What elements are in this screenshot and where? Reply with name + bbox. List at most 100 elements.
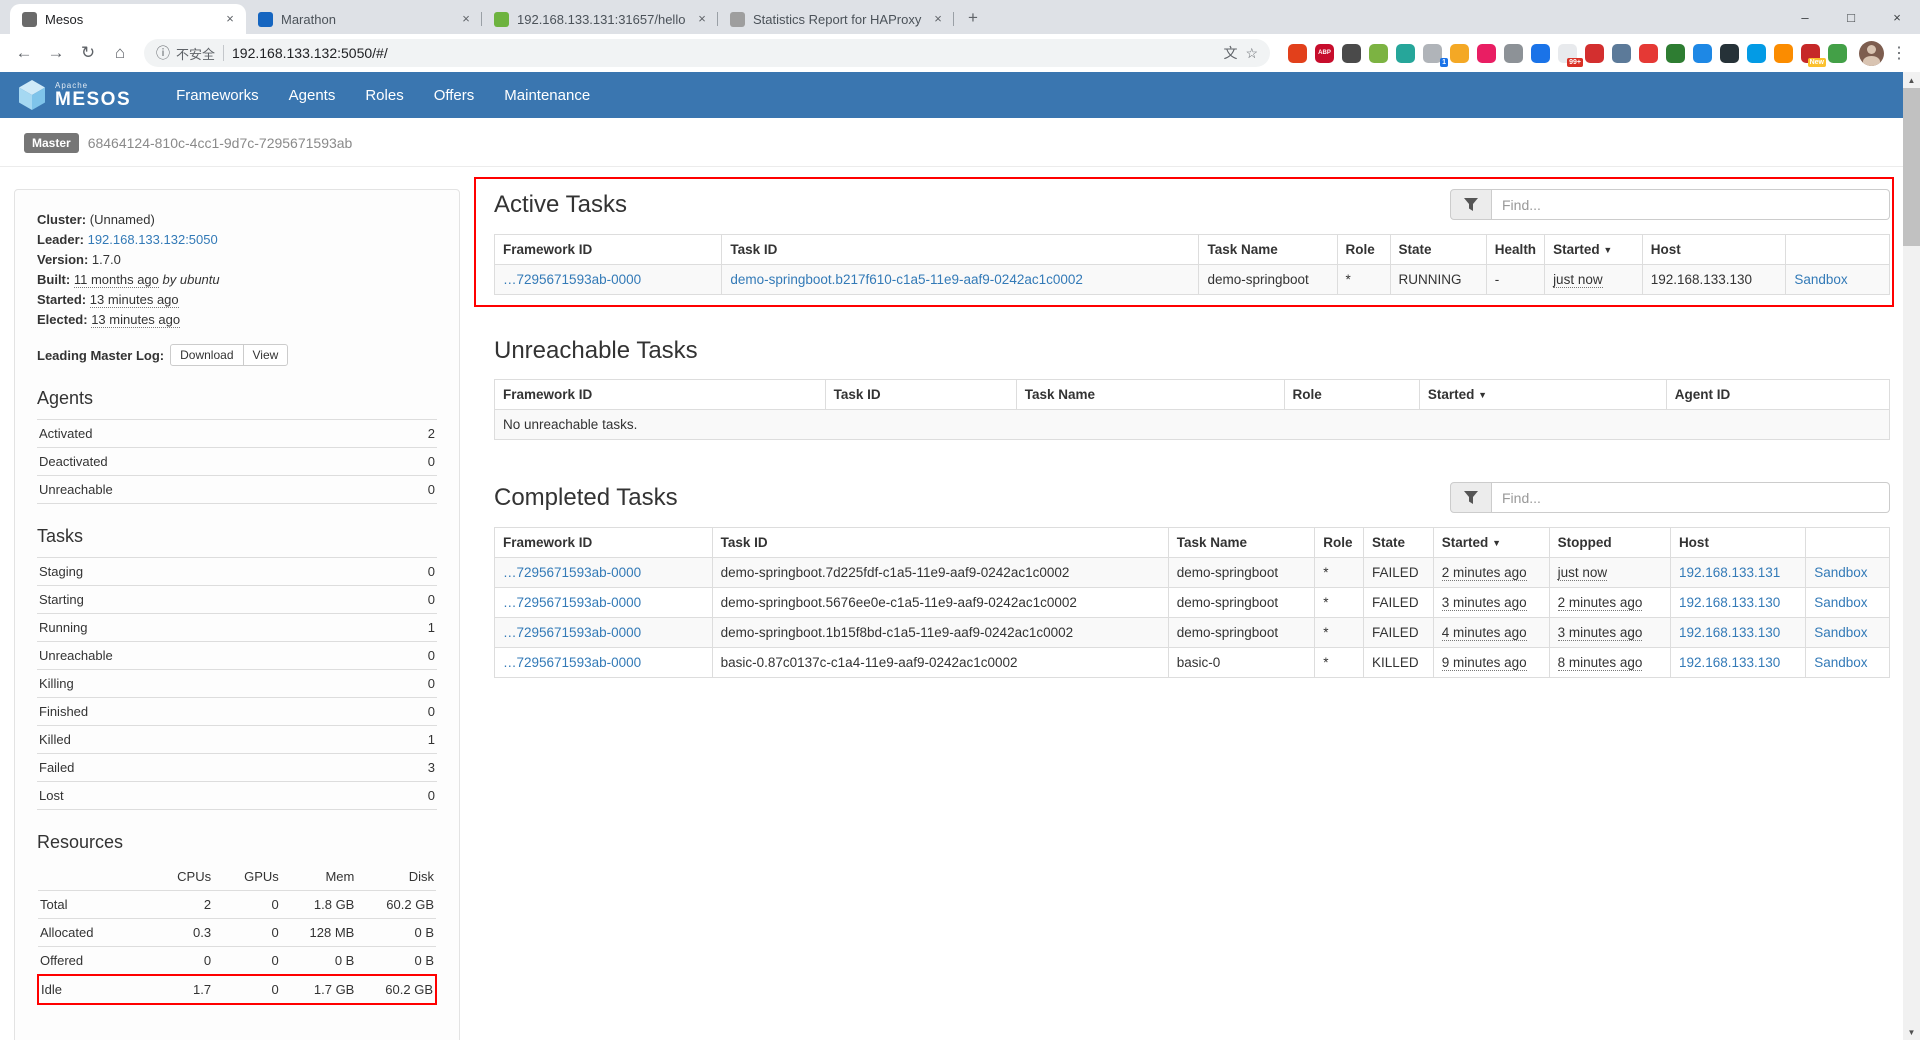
log-download-button[interactable]: Download <box>170 344 243 366</box>
reload-icon[interactable]: ↻ <box>74 39 102 67</box>
find-input[interactable] <box>1492 482 1890 513</box>
tab-close-icon[interactable]: × <box>930 11 946 27</box>
col-started[interactable]: Started ▼ <box>1433 528 1549 558</box>
framework-link[interactable]: …7295671593ab-0000 <box>503 272 641 287</box>
minimize-button[interactable]: – <box>1782 0 1828 34</box>
framework-link[interactable]: …7295671593ab-0000 <box>503 625 641 640</box>
sandbox-link[interactable]: Sandbox <box>1814 625 1867 640</box>
filter-button[interactable] <box>1450 482 1492 513</box>
extension-icon-3[interactable] <box>1342 44 1361 63</box>
extension-icon-7[interactable] <box>1450 44 1469 63</box>
host-link[interactable]: 192.168.133.130 <box>1679 655 1780 670</box>
framework-link[interactable]: …7295671593ab-0000 <box>503 655 641 670</box>
extension-icon-20[interactable]: New <box>1801 44 1820 63</box>
tab-haproxy-stats[interactable]: Statistics Report for HAProxy × <box>718 4 954 34</box>
framework-link[interactable]: …7295671593ab-0000 <box>503 565 641 580</box>
translate-icon[interactable]: 文 <box>1223 43 1237 63</box>
col-host[interactable]: Host <box>1670 528 1805 558</box>
col-started[interactable]: Started ▼ <box>1419 380 1666 410</box>
forward-icon[interactable]: → <box>42 39 70 67</box>
extension-icon-5[interactable] <box>1396 44 1415 63</box>
log-view-button[interactable]: View <box>243 344 289 366</box>
host-link[interactable]: 192.168.133.130 <box>1679 595 1780 610</box>
extension-icon-16[interactable] <box>1693 44 1712 63</box>
col-task-id[interactable]: Task ID <box>712 528 1168 558</box>
mesos-brand[interactable]: Apache MESOS <box>18 80 131 110</box>
col-task-name[interactable]: Task Name <box>1199 235 1337 265</box>
task-link[interactable]: demo-springboot.b217f610-c1a5-11e9-aaf9-… <box>730 272 1083 287</box>
col-role[interactable]: Role <box>1284 380 1419 410</box>
leader-link[interactable]: 192.168.133.132:5050 <box>88 232 218 247</box>
extension-icon-8[interactable] <box>1477 44 1496 63</box>
col-state[interactable]: State <box>1390 235 1486 265</box>
scroll-up-icon[interactable]: ▲ <box>1903 72 1920 88</box>
sandbox-link[interactable]: Sandbox <box>1814 595 1867 610</box>
bookmark-star-icon[interactable]: ☆ <box>1245 45 1258 62</box>
extension-icon-15[interactable] <box>1666 44 1685 63</box>
sandbox-link[interactable]: Sandbox <box>1814 565 1867 580</box>
col-framework-id[interactable]: Framework ID <box>495 528 713 558</box>
scrollbar-thumb[interactable] <box>1903 88 1920 246</box>
col-role[interactable]: Role <box>1315 528 1364 558</box>
col-task-id[interactable]: Task ID <box>825 380 1016 410</box>
extension-icon-6[interactable]: 1 <box>1423 44 1442 63</box>
extension-icon-11[interactable]: 99+ <box>1558 44 1577 63</box>
col-state[interactable]: State <box>1364 528 1434 558</box>
tab-marathon[interactable]: Marathon × <box>246 4 482 34</box>
extension-icon-21[interactable] <box>1828 44 1847 63</box>
find-input[interactable] <box>1492 189 1890 220</box>
profile-avatar[interactable] <box>1859 41 1884 66</box>
col-stopped[interactable]: Stopped <box>1549 528 1670 558</box>
url-text[interactable]: 192.168.133.132:5050/#/ <box>232 45 1215 61</box>
extension-icon-17[interactable] <box>1720 44 1739 63</box>
sandbox-link[interactable]: Sandbox <box>1794 272 1847 287</box>
tab-hello-app[interactable]: 192.168.133.131:31657/hello × <box>482 4 718 34</box>
site-security-indicator[interactable]: ⓘ 不安全 <box>156 43 215 63</box>
nav-item-offers[interactable]: Offers <box>419 72 490 118</box>
version-info: Version: 1.7.0 <box>37 250 437 270</box>
extension-icon-12[interactable] <box>1585 44 1604 63</box>
nav-item-frameworks[interactable]: Frameworks <box>161 72 274 118</box>
filter-button[interactable] <box>1450 189 1492 220</box>
tasks-heading: Tasks <box>37 526 437 547</box>
browser-menu-icon[interactable]: ⋮ <box>1888 43 1910 63</box>
col-health[interactable]: Health <box>1486 235 1544 265</box>
vertical-scrollbar[interactable]: ▲ ▼ <box>1903 72 1920 1040</box>
nav-item-maintenance[interactable]: Maintenance <box>489 72 605 118</box>
col-started[interactable]: Started ▼ <box>1545 235 1643 265</box>
col-task-name[interactable]: Task Name <box>1168 528 1314 558</box>
home-icon[interactable]: ⌂ <box>106 39 134 67</box>
tab-close-icon[interactable]: × <box>694 11 710 27</box>
col-framework-id[interactable]: Framework ID <box>495 380 826 410</box>
col-task-name[interactable]: Task Name <box>1016 380 1284 410</box>
tab-close-icon[interactable]: × <box>458 11 474 27</box>
col-host[interactable]: Host <box>1642 235 1786 265</box>
address-bar[interactable]: ⓘ 不安全 192.168.133.132:5050/#/ 文 ☆ <box>144 39 1270 67</box>
nav-item-roles[interactable]: Roles <box>350 72 418 118</box>
scroll-down-icon[interactable]: ▼ <box>1903 1024 1920 1040</box>
extension-icon-4[interactable] <box>1369 44 1388 63</box>
extension-icon-14[interactable] <box>1639 44 1658 63</box>
extension-abp-icon[interactable]: ABP <box>1315 44 1334 63</box>
tab-close-icon[interactable]: × <box>222 11 238 27</box>
framework-link[interactable]: …7295671593ab-0000 <box>503 595 641 610</box>
col-framework-id[interactable]: Framework ID <box>495 235 722 265</box>
col-role[interactable]: Role <box>1337 235 1390 265</box>
extension-icon-10[interactable] <box>1531 44 1550 63</box>
col-agent-id[interactable]: Agent ID <box>1666 380 1889 410</box>
extension-icon-1[interactable] <box>1288 44 1307 63</box>
extension-icon-13[interactable] <box>1612 44 1631 63</box>
extension-icon-18[interactable] <box>1747 44 1766 63</box>
new-tab-button[interactable]: + <box>960 5 986 31</box>
host-link[interactable]: 192.168.133.130 <box>1679 625 1780 640</box>
tab-mesos[interactable]: Mesos × <box>10 4 246 34</box>
maximize-button[interactable]: □ <box>1828 0 1874 34</box>
extension-icon-19[interactable] <box>1774 44 1793 63</box>
nav-item-agents[interactable]: Agents <box>274 72 351 118</box>
sandbox-link[interactable]: Sandbox <box>1814 655 1867 670</box>
back-icon[interactable]: ← <box>10 39 38 67</box>
extension-icon-9[interactable] <box>1504 44 1523 63</box>
host-link[interactable]: 192.168.133.131 <box>1679 565 1780 580</box>
col-task-id[interactable]: Task ID <box>722 235 1199 265</box>
close-button[interactable]: × <box>1874 0 1920 34</box>
